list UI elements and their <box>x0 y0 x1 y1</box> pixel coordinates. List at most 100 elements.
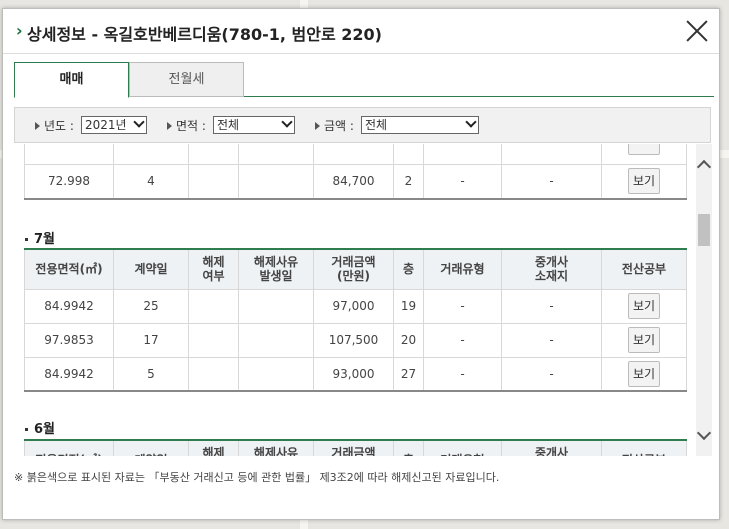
cell-floor: 2 <box>393 164 424 199</box>
cell-cancel-date <box>238 164 314 199</box>
cell-area: 97.9853 <box>24 322 114 358</box>
cell-agency: - <box>501 356 602 392</box>
cell-area: 72.998 <box>24 164 114 199</box>
bullet <box>25 428 28 431</box>
chevron-down-icon <box>281 116 293 128</box>
month-label: 7월 <box>34 232 56 247</box>
filter-year-text: 년도 : <box>44 119 74 133</box>
col-view: 전산공부 <box>601 439 687 456</box>
filter-area-label: 면적 : <box>167 117 206 134</box>
cell-area: 84.9942 <box>24 356 114 392</box>
col-cancel: 해제 여부 <box>188 439 239 456</box>
cell-view: 보기 <box>601 164 687 199</box>
year-select[interactable]: 2021년 <box>81 116 147 134</box>
view-button[interactable]: 보기 <box>628 327 660 353</box>
month-label: 6월 <box>34 422 56 437</box>
month-table-7: 전용면적(㎡) 계약일 해제 여부 해제사유 발생일 거래금액 (만원) 층 거… <box>24 248 687 392</box>
cell-type: - <box>423 356 502 392</box>
col-day: 계약일 <box>113 439 189 456</box>
detail-modal: › 상세정보 - 옥길호반베르디움(780-1, 범안로 220) 매매 전월세… <box>2 8 720 520</box>
cell-cancel <box>188 164 239 199</box>
table-row: 97.9853 17 107,500 20 - - 보기 <box>24 322 687 358</box>
cell-price: 107,500 <box>313 322 394 358</box>
month-heading-6: 6월 <box>25 418 55 437</box>
cell-cancel-date <box>238 322 314 358</box>
cell-price: 84,700 <box>313 164 394 199</box>
month-heading-7: 7월 <box>25 228 55 247</box>
cell-view: 보기 <box>601 356 687 392</box>
modal-title: 상세정보 - 옥길호반베르디움(780-1, 범안로 220) <box>27 25 382 44</box>
modal-header: › 상세정보 - 옥길호반베르디움(780-1, 범안로 220) <box>3 9 719 54</box>
area-select-value: 전체 <box>217 118 240 132</box>
cell-floor: 27 <box>393 356 424 392</box>
filter-year-label: 년도 : <box>35 117 74 134</box>
cell-area: 84.9942 <box>24 288 114 324</box>
col-type: 거래유형 <box>423 248 502 290</box>
cell-agency: - <box>501 322 602 358</box>
cell-empty <box>238 144 314 165</box>
chevron-right-icon: › <box>16 21 23 40</box>
chevron-down-icon <box>465 116 477 128</box>
table-row: 84.9942 5 93,000 27 - - 보기 <box>24 356 687 392</box>
cell-view: 보기 <box>601 288 687 324</box>
cell-floor: 20 <box>393 322 424 358</box>
chevron-down-icon <box>133 116 145 128</box>
col-area: 전용면적(㎡) <box>24 248 114 290</box>
cell-cancel <box>188 356 239 392</box>
filter-bar: 년도 : 2021년 면적 : 전체 금액 : 전체 <box>14 107 711 143</box>
vertical-scrollbar[interactable] <box>696 144 712 456</box>
bullet <box>25 238 28 241</box>
chevron-down-icon[interactable] <box>696 425 712 441</box>
col-agency: 중개사 소재지 <box>501 248 602 290</box>
tab-bar: 매매 전월세 <box>14 62 714 98</box>
cell-view: 보기 <box>601 322 687 358</box>
col-type: 거래유형 <box>423 439 502 456</box>
year-select-value: 2021년 <box>85 118 127 132</box>
cell-cancel-date <box>238 356 314 392</box>
col-cancel-date: 해제사유 발생일 <box>238 248 314 290</box>
view-button-partial[interactable] <box>628 144 660 155</box>
close-icon[interactable] <box>685 19 709 43</box>
cell-empty <box>113 144 189 165</box>
table-row: 84.9942 25 97,000 19 - - 보기 <box>24 288 687 324</box>
cell-empty <box>501 144 602 165</box>
view-button[interactable]: 보기 <box>628 168 660 195</box>
area-select[interactable]: 전체 <box>213 116 295 134</box>
chevron-up-icon[interactable] <box>696 159 712 175</box>
col-price: 거래금액 (만원) <box>313 248 394 290</box>
amount-select-value: 전체 <box>365 118 388 132</box>
tab-rent[interactable]: 전월세 <box>129 62 244 97</box>
view-button[interactable]: 보기 <box>628 360 660 387</box>
tab-sale[interactable]: 매매 <box>14 62 129 98</box>
scrollbar-thumb[interactable] <box>698 214 710 246</box>
table-row: 72.998 4 84,700 2 - - 보기 <box>24 164 687 199</box>
col-view: 전산공부 <box>601 248 687 290</box>
scroll-content: 72.998 4 84,700 2 - - 보기 7월 전용면적(㎡) 계약일 … <box>3 144 693 456</box>
cell-day: 4 <box>113 164 189 199</box>
col-floor: 층 <box>393 439 424 456</box>
col-day: 계약일 <box>113 248 189 290</box>
filter-area-text: 면적 : <box>176 119 206 133</box>
cell-empty <box>188 144 239 165</box>
triangle-icon <box>315 122 320 130</box>
cell-floor: 19 <box>393 288 424 324</box>
cell-type: - <box>423 322 502 358</box>
cell-day: 17 <box>113 322 189 358</box>
table-header-row: 전용면적(㎡) 계약일 해제 여부 해제사유 발생일 거래금액 (만원) 층 거… <box>24 248 687 290</box>
cell-day: 25 <box>113 288 189 324</box>
col-cancel-date: 해제사유 발생일 <box>238 439 314 456</box>
cell-empty <box>393 144 424 165</box>
amount-select[interactable]: 전체 <box>361 116 479 134</box>
col-floor: 층 <box>393 248 424 290</box>
filter-amount-text: 금액 : <box>324 119 354 133</box>
cell-cancel <box>188 322 239 358</box>
footnote: ※ 붉은색으로 표시된 자료는 「부동산 거래신고 등에 관한 법률」 제3조2… <box>14 471 500 484</box>
partial-table: 72.998 4 84,700 2 - - 보기 <box>24 144 687 200</box>
view-button[interactable]: 보기 <box>628 293 660 319</box>
cell-price: 97,000 <box>313 288 394 324</box>
cell-view <box>601 144 687 165</box>
month-table-6: 전용면적(㎡) 계약일 해제 여부 해제사유 발생일 거래금액 (만원) 층 거… <box>24 439 687 456</box>
col-agency: 중개사 소재지 <box>501 439 602 456</box>
triangle-icon <box>35 122 40 130</box>
cell-type: - <box>423 288 502 324</box>
